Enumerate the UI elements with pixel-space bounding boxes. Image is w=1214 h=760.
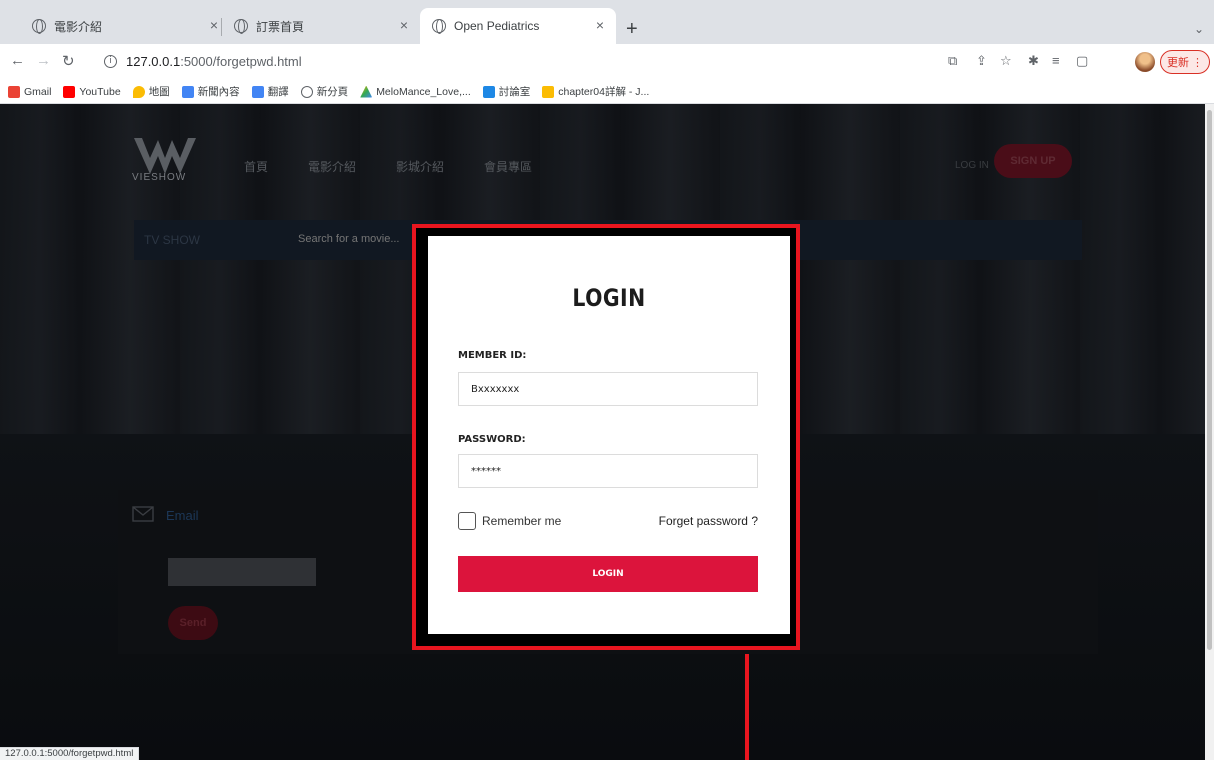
tab-booking-home[interactable]: 訂票首頁 × xyxy=(222,8,420,44)
site-nav-members[interactable]: 會員專區 xyxy=(484,158,532,175)
tab-strip: 電影介紹 × 訂票首頁 × Open Pediatrics × + ⌄ xyxy=(0,0,1214,44)
globe-icon xyxy=(32,19,46,34)
bookmark-new-tab[interactable]: 新分頁 xyxy=(300,84,349,99)
signup-button[interactable]: SIGN UP xyxy=(994,144,1072,178)
youtube-icon xyxy=(63,85,76,98)
url-host: 127.0.0.1 xyxy=(126,53,181,69)
bookmark-news[interactable]: 新聞內容 xyxy=(181,84,240,99)
bookmark-label: 地圖 xyxy=(148,86,170,98)
modal-title: LOGIN xyxy=(572,284,646,312)
send-button[interactable]: Send xyxy=(168,606,218,640)
member-id-input[interactable] xyxy=(458,372,758,406)
bookmark-label: MeloMance_Love,... xyxy=(376,85,471,98)
bookmark-label: Gmail xyxy=(24,85,52,98)
side-panel-icon[interactable]: ▢ xyxy=(1076,53,1088,69)
bookmark-label: chapter04詳解 - J... xyxy=(558,86,650,98)
back-button[interactable]: ← xyxy=(10,52,25,69)
bookmark-youtube[interactable]: YouTube xyxy=(63,85,121,98)
gmail-icon xyxy=(8,85,20,98)
address-bar[interactable]: i 127.0.0.1:5000/forgetpwd.html xyxy=(104,49,934,73)
remember-checkbox[interactable] xyxy=(458,512,476,530)
new-tab-button[interactable]: + xyxy=(626,18,638,41)
close-icon[interactable]: × xyxy=(596,17,604,33)
mail-icon xyxy=(132,506,154,522)
search-category[interactable]: TV SHOW xyxy=(144,233,200,247)
bookmark-label: 討論室 xyxy=(498,86,531,98)
chevron-down-icon[interactable]: ⌄ xyxy=(1194,22,1204,36)
password-input[interactable] xyxy=(458,454,758,488)
site-nav-movies[interactable]: 電影介紹 xyxy=(308,158,356,175)
globe-icon xyxy=(432,19,446,34)
bookmark-translate[interactable]: 翻譯 xyxy=(251,84,289,99)
browser-toolbar: ← → ↻ i 127.0.0.1:5000/forgetpwd.html ⧉ … xyxy=(0,44,1214,80)
globe-icon xyxy=(234,19,248,34)
bookmark-label: 翻譯 xyxy=(267,86,289,98)
share-icon[interactable]: ⇪ xyxy=(976,53,987,69)
site-login-link[interactable]: LOG IN xyxy=(955,160,989,171)
reload-button[interactable]: ↻ xyxy=(62,52,75,70)
email-label: Email xyxy=(166,508,199,523)
url-path: :5000/forgetpwd.html xyxy=(180,53,302,69)
star-icon[interactable]: ☆ xyxy=(1000,53,1012,69)
meet-icon xyxy=(482,85,495,98)
translate-icon[interactable]: ⧉ xyxy=(948,53,957,69)
bookmark-chapter04[interactable]: chapter04詳解 - J... xyxy=(542,84,649,99)
update-button[interactable]: 更新 ⋮ xyxy=(1160,50,1210,74)
tab-movie-intro[interactable]: 電影介紹 × xyxy=(20,8,230,44)
bookmark-label: 新聞內容 xyxy=(197,86,240,98)
scrollbar-thumb[interactable] xyxy=(1207,110,1212,650)
update-label: 更新 xyxy=(1166,57,1189,69)
bookmark-gmail[interactable]: Gmail xyxy=(8,85,52,98)
tab-title: Open Pediatrics xyxy=(454,19,540,33)
document-icon xyxy=(542,85,555,98)
logo-text: VIESHOW xyxy=(132,172,187,183)
site-nav-cinemas[interactable]: 影城介紹 xyxy=(396,158,444,175)
remember-me[interactable]: Remember me xyxy=(458,512,561,530)
reading-list-icon[interactable]: ≡ xyxy=(1052,53,1060,68)
bookmark-label: YouTube xyxy=(79,85,121,98)
site-nav-home[interactable]: 首頁 xyxy=(244,158,268,175)
annotation-arrow xyxy=(745,654,749,760)
tab-title: 訂票首頁 xyxy=(256,19,305,34)
bookmarks-bar: Gmail YouTube 地圖 新聞內容 翻譯 新分頁 MeloMance_L… xyxy=(0,80,1214,104)
translate-icon xyxy=(251,85,264,98)
email-input[interactable] xyxy=(168,558,316,586)
password-label: PASSWORD: xyxy=(458,434,526,445)
news-icon xyxy=(181,85,194,98)
login-modal: LOGIN MEMBER ID: PASSWORD: Remember me F… xyxy=(428,236,790,634)
drive-icon xyxy=(360,85,373,98)
profile-avatar[interactable] xyxy=(1135,52,1155,72)
close-icon[interactable]: × xyxy=(210,17,218,33)
bookmark-maps[interactable]: 地圖 xyxy=(132,84,170,99)
forward-button[interactable]: → xyxy=(36,52,51,69)
extensions-icon[interactable]: ✱ xyxy=(1028,53,1039,69)
login-button[interactable]: LOGIN xyxy=(458,556,758,592)
bookmark-label: 新分頁 xyxy=(316,86,349,98)
bookmark-discussion[interactable]: 討論室 xyxy=(482,84,531,99)
tab-title: 電影介紹 xyxy=(54,19,103,34)
globe-icon xyxy=(300,85,313,98)
bookmark-melomance[interactable]: MeloMance_Love,... xyxy=(360,85,471,98)
forget-password-link[interactable]: Forget password ? xyxy=(659,514,758,528)
remember-label: Remember me xyxy=(482,514,562,528)
site-nav: 首頁 電影介紹 影城介紹 會員專區 xyxy=(244,158,532,175)
map-pin-icon xyxy=(132,85,145,98)
status-bar: 127.0.0.1:5000/forgetpwd.html xyxy=(0,747,140,760)
info-icon[interactable]: i xyxy=(104,54,117,68)
close-icon[interactable]: × xyxy=(400,17,408,33)
member-id-label: MEMBER ID: xyxy=(458,350,527,361)
tab-open-pediatrics[interactable]: Open Pediatrics × xyxy=(420,8,616,44)
